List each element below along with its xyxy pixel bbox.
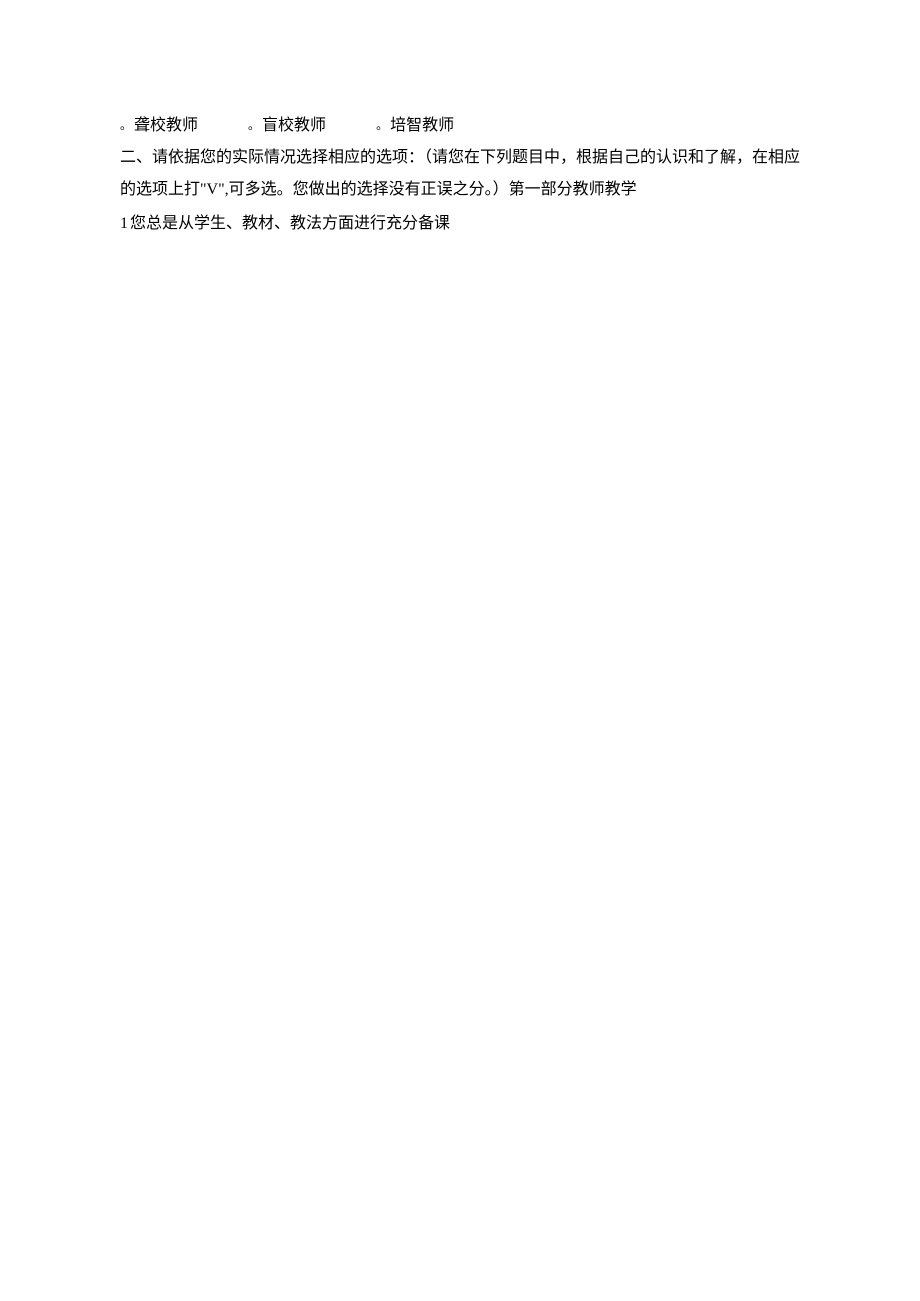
question-1: 1您总是从学生、教材、教法方面进行充分备课 (120, 208, 800, 240)
option-special-ed[interactable]: 。 培智教师 (376, 110, 454, 142)
instruction-text: 二、请依据您的实际情况选择相应的选项：（请您在下列题目中，根据自己的认识和了解，… (120, 149, 800, 198)
option-label: 盲校教师 (262, 110, 326, 142)
question-number: 1 (120, 215, 128, 232)
option-label: 聋校教师 (134, 110, 198, 142)
teacher-type-options: 。 聋校教师 。 盲校教师 。 培智教师 (120, 110, 800, 142)
option-label: 培智教师 (390, 110, 454, 142)
bullet-mark: 。 (120, 113, 132, 137)
option-blind-school[interactable]: 。 盲校教师 (248, 110, 326, 142)
section-two-instructions: 二、请依据您的实际情况选择相应的选项：（请您在下列题目中，根据自己的认识和了解，… (120, 142, 800, 206)
bullet-mark: 。 (376, 113, 388, 137)
question-text: 您总是从学生、教材、教法方面进行充分备课 (130, 215, 450, 232)
bullet-mark: 。 (248, 113, 260, 137)
option-deaf-school[interactable]: 。 聋校教师 (120, 110, 198, 142)
